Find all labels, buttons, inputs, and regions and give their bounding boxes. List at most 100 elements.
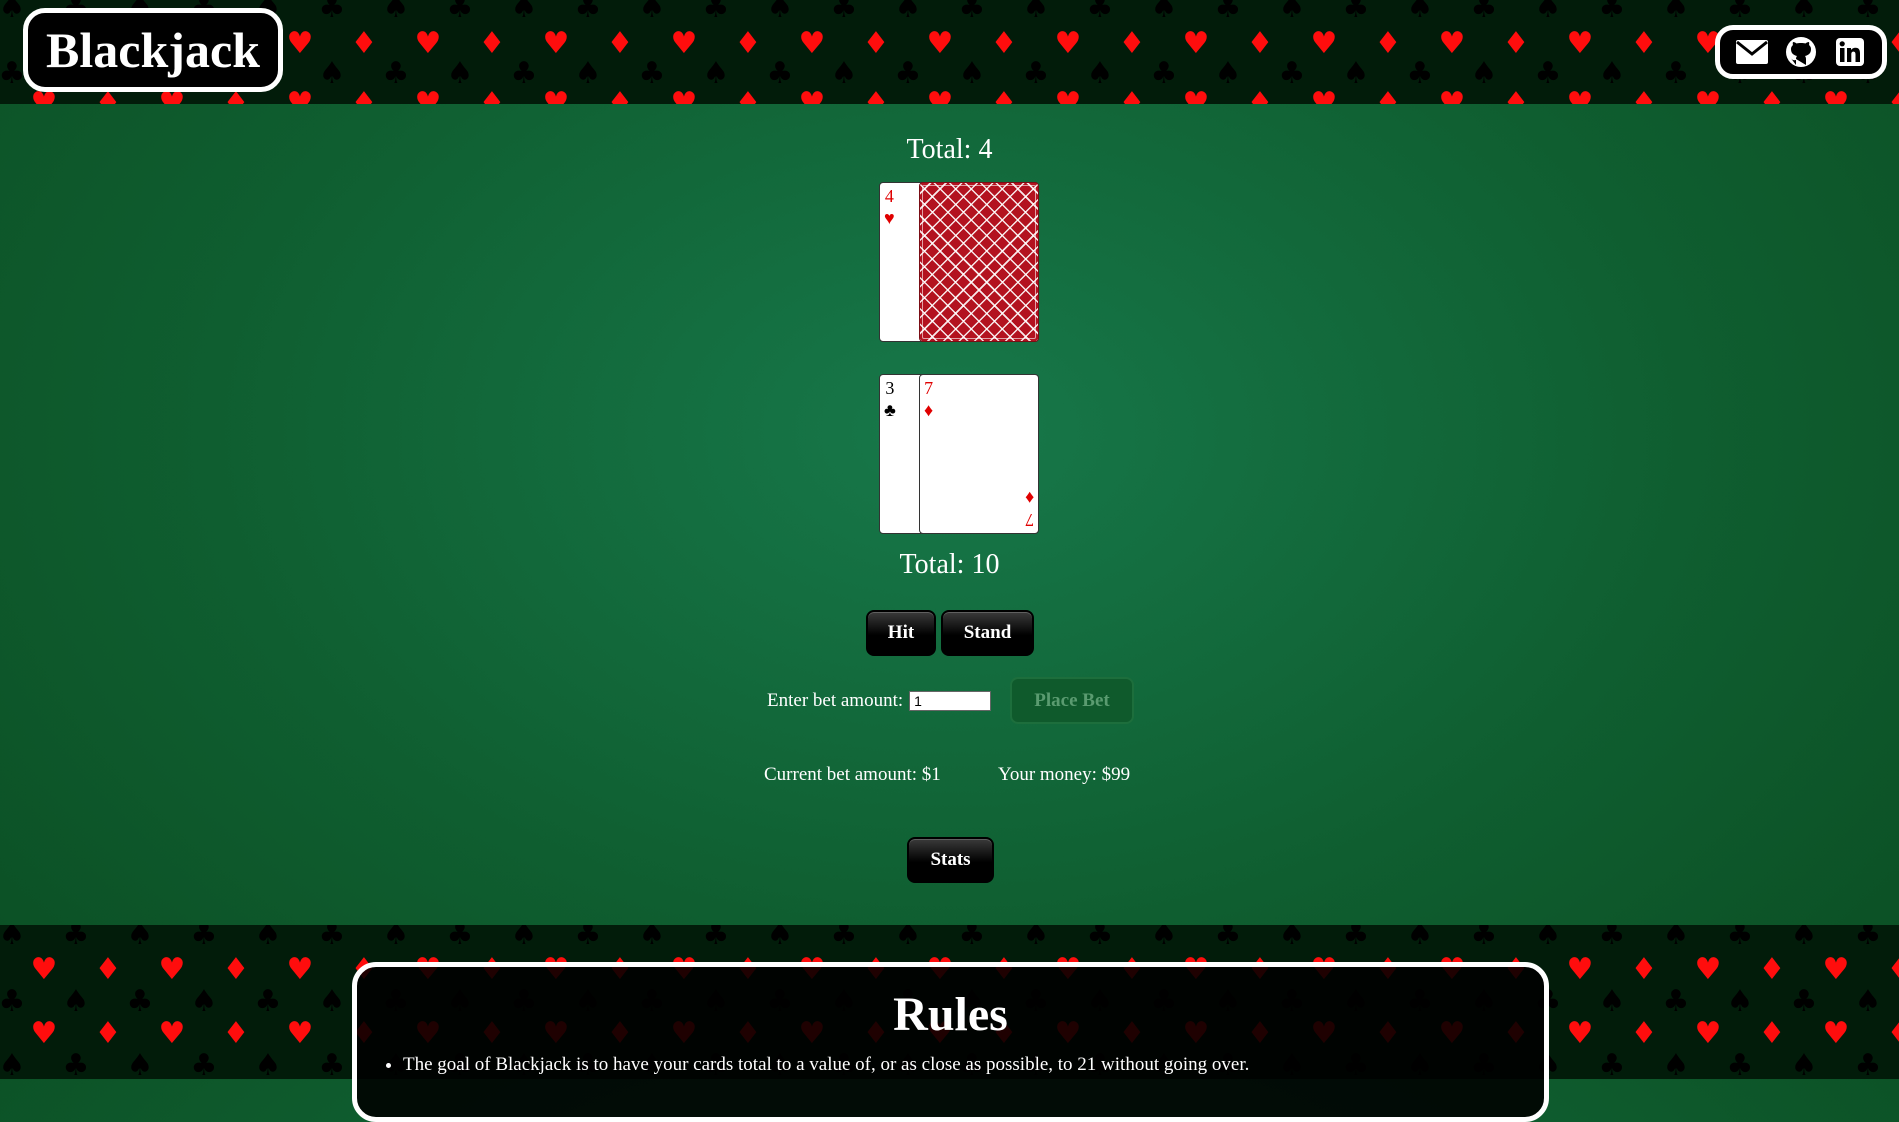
heart-icon: ♥: [30, 1016, 58, 1051]
diamond-icon: ♦: [1868, 952, 1899, 987]
spade-icon: ♠: [0, 1048, 26, 1079]
hit-button[interactable]: Hit: [866, 610, 936, 656]
stats-button[interactable]: Stats: [907, 837, 994, 883]
spade-icon: ♠: [1662, 1048, 1690, 1079]
club-icon: ♣: [0, 984, 26, 1019]
spade-icon: ♠: [1406, 0, 1434, 25]
suit-pattern-row: ♠♣♠♣♠♣♠♣♠♣♠♣♠♣♠♣♠♣♠♣♠♣♠♣♠♣♠♣♠♣♠♣: [0, 925, 1899, 952]
diamond-icon: ♦: [94, 1016, 122, 1051]
club-icon: ♣: [1470, 0, 1498, 25]
club-icon: ♣: [958, 0, 986, 25]
bet-amount-input[interactable]: [909, 691, 992, 711]
spade-icon: ♠: [382, 925, 410, 952]
current-bet-amount: Current bet amount: $1: [764, 764, 941, 785]
club-icon: ♣: [1086, 0, 1114, 25]
spade-icon: ♠: [126, 1048, 154, 1079]
club-icon: ♣: [190, 925, 218, 952]
diamond-icon: ♦: [606, 86, 634, 104]
card-corner: 4 ♥: [884, 185, 895, 229]
spade-icon: ♠: [766, 0, 794, 25]
social-links: [1715, 25, 1887, 79]
club-icon: ♣: [126, 984, 154, 1019]
heart-icon: ♥: [1438, 86, 1466, 104]
heart-icon: ♥: [1694, 952, 1722, 987]
diamond-icon: ♦: [1630, 952, 1658, 987]
spade-icon: ♠: [1534, 0, 1562, 25]
spade-icon: ♠: [1150, 925, 1178, 952]
spade-icon: ♠: [0, 925, 26, 952]
spade-icon: ♠: [190, 984, 218, 1019]
spade-icon: ♠: [1278, 0, 1306, 25]
club-icon: ♣: [1598, 0, 1626, 25]
header-suit-pattern: ♠♣♠♣♠♣♠♣♠♣♠♣♠♣♠♣♠♣♠♣♠♣♠♣♠♣♠♣♠♣♠♣♥♦♥♦♥♦♥♦…: [0, 0, 1899, 104]
dealer-total: Total: 4: [906, 134, 993, 165]
heart-icon: ♥: [286, 952, 314, 987]
rules-list-item: The goal of Blackjack is to have your ca…: [403, 1054, 1544, 1076]
suit-pattern-row: ♥♦♥♦♥♦♥♦♥♦♥♦♥♦♥♦♥♦♥♦♥♦♥♦♥♦♥♦♥♦♥♦: [12, 86, 1899, 104]
diamond-icon: ♦: [222, 952, 250, 987]
heart-icon: ♥: [1310, 86, 1338, 104]
club-icon: ♣: [702, 0, 730, 25]
club-icon: ♣: [318, 925, 346, 952]
envelope-icon[interactable]: [1735, 35, 1769, 69]
heart-icon: ♥: [30, 952, 58, 987]
player-card-2: 7 ♦ 7 ♦: [919, 374, 1039, 534]
diamond-icon: ♦: [1118, 86, 1146, 104]
spade-icon: ♠: [1662, 0, 1690, 25]
diamond-icon: ♦: [478, 86, 506, 104]
spade-icon: ♠: [126, 925, 154, 952]
heart-icon: ♥: [286, 86, 314, 104]
bet-prompt-label: Enter bet amount:: [767, 690, 904, 711]
heart-icon: ♥: [1694, 1016, 1722, 1051]
diamond-icon: ♦: [1630, 1016, 1658, 1051]
diamond-icon: ♦: [1502, 86, 1530, 104]
spade-icon: ♠: [894, 0, 922, 25]
club-icon: ♣: [1726, 0, 1754, 25]
club-icon: ♣: [1214, 0, 1242, 25]
club-icon: ♣: [190, 1048, 218, 1079]
rules-list: The goal of Blackjack is to have your ca…: [403, 1054, 1544, 1076]
card-corner: 3 ♣: [884, 377, 896, 421]
spade-icon: ♠: [254, 925, 282, 952]
spade-icon: ♠: [766, 925, 794, 952]
club-icon: ♣: [1598, 1048, 1626, 1079]
spade-icon: ♠: [638, 0, 666, 25]
diamond-icon: ♦: [990, 86, 1018, 104]
diamond-icon: ♦: [1868, 86, 1899, 104]
heart-icon: ♥: [1694, 86, 1722, 104]
card-rank: 3: [885, 378, 895, 398]
club-icon: ♣: [574, 0, 602, 25]
diamond-icon: ♦: [1758, 952, 1786, 987]
linkedin-icon[interactable]: [1833, 35, 1867, 69]
heart-icon: ♥: [670, 86, 698, 104]
club-icon: ♣: [1854, 0, 1882, 25]
heart-icon: ♥: [926, 86, 954, 104]
diamond-icon: ♦: [1246, 86, 1274, 104]
suit-pattern-row: ♠♣♠♣♠♣♠♣♠♣♠♣♠♣♠♣♠♣♠♣♠♣♠♣♠♣♠♣♠♣♠♣: [0, 0, 1899, 25]
club-icon: ♣: [1342, 925, 1370, 952]
club-icon: ♣: [62, 1048, 90, 1079]
heart-icon: ♥: [1566, 952, 1594, 987]
github-icon[interactable]: [1784, 35, 1818, 69]
heart-icon: ♥: [1822, 952, 1850, 987]
diamond-icon: ♦: [222, 1016, 250, 1051]
diamond-icon: ♦: [1630, 86, 1658, 104]
place-bet-button[interactable]: Place Bet: [1010, 677, 1134, 724]
heart-icon: ♥: [158, 1016, 186, 1051]
your-money: Your money: $99: [998, 764, 1131, 785]
stand-button[interactable]: Stand: [941, 610, 1034, 656]
diamond-icon: ♦: [1758, 1016, 1786, 1051]
club-icon: ♣: [446, 925, 474, 952]
spade-icon: ♠: [1726, 984, 1754, 1019]
card-corner: 7 ♦: [924, 377, 933, 421]
card-rank: 7: [1024, 510, 1034, 530]
club-icon: ♣: [702, 925, 730, 952]
dealer-card-facedown: [919, 182, 1039, 342]
club-icon: ♣: [1662, 984, 1690, 1019]
club-icon: ♣: [1598, 925, 1626, 952]
site-logo[interactable]: Blackjack: [23, 8, 283, 92]
club-icon: ♣: [1790, 984, 1818, 1019]
spade-icon: ♠: [1022, 0, 1050, 25]
heart-icon: ♥: [542, 86, 570, 104]
club-icon: ♣: [254, 984, 282, 1019]
